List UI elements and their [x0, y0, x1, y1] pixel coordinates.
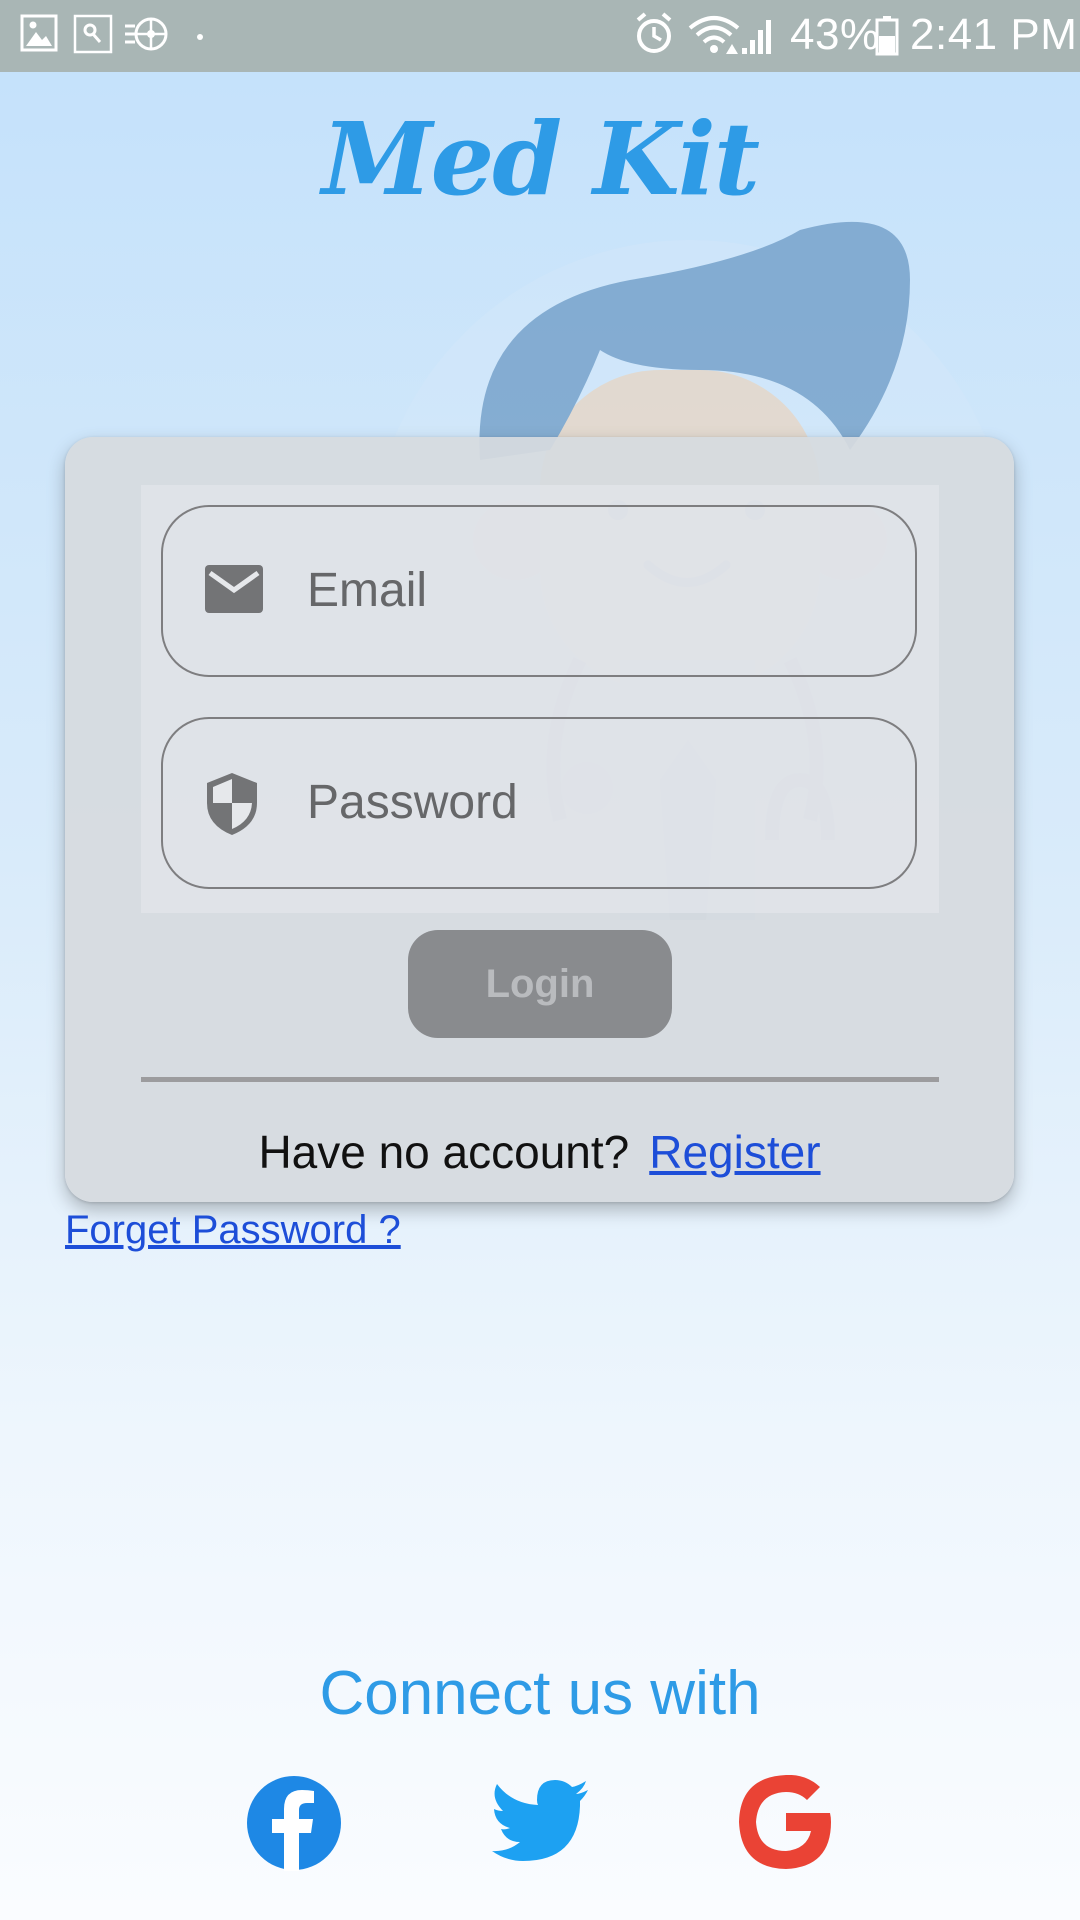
shield-icon — [207, 773, 257, 835]
hub-icon — [125, 17, 168, 51]
dot-icon — [197, 34, 203, 40]
mail-icon — [205, 565, 263, 613]
email-field[interactable]: Email — [161, 505, 917, 677]
battery-percent: 43% — [790, 10, 880, 59]
wifi-icon — [688, 16, 740, 54]
email-placeholder: Email — [307, 564, 428, 617]
login-card: Email Password Login Have no account? Reg… — [65, 437, 1014, 1202]
alarm-icon — [636, 12, 672, 53]
facebook-icon[interactable] — [246, 1775, 342, 1871]
no-account-text: Have no account? — [258, 1126, 630, 1178]
app-title: Med Kit — [321, 100, 760, 218]
google-icon[interactable] — [739, 1775, 833, 1869]
no-account-row: Have no account? Register — [65, 1125, 1014, 1179]
field-area: Email Password — [141, 485, 939, 913]
battery-icon — [875, 16, 899, 56]
key-icon — [73, 14, 113, 54]
clock: 2:41 PM — [910, 10, 1078, 59]
login-button[interactable]: Login — [408, 930, 672, 1038]
signal-icon — [742, 20, 771, 54]
status-bar: 43% 2:41 PM — [0, 0, 1080, 72]
password-placeholder: Password — [307, 776, 518, 829]
twitter-icon[interactable] — [492, 1780, 590, 1864]
image-icon — [20, 14, 58, 52]
forget-password-link[interactable]: Forget Password ? — [65, 1208, 401, 1253]
register-link[interactable]: Register — [649, 1126, 820, 1178]
connect-heading: Connect us with — [319, 1659, 761, 1728]
password-field[interactable]: Password — [161, 717, 917, 889]
divider — [141, 1077, 939, 1082]
